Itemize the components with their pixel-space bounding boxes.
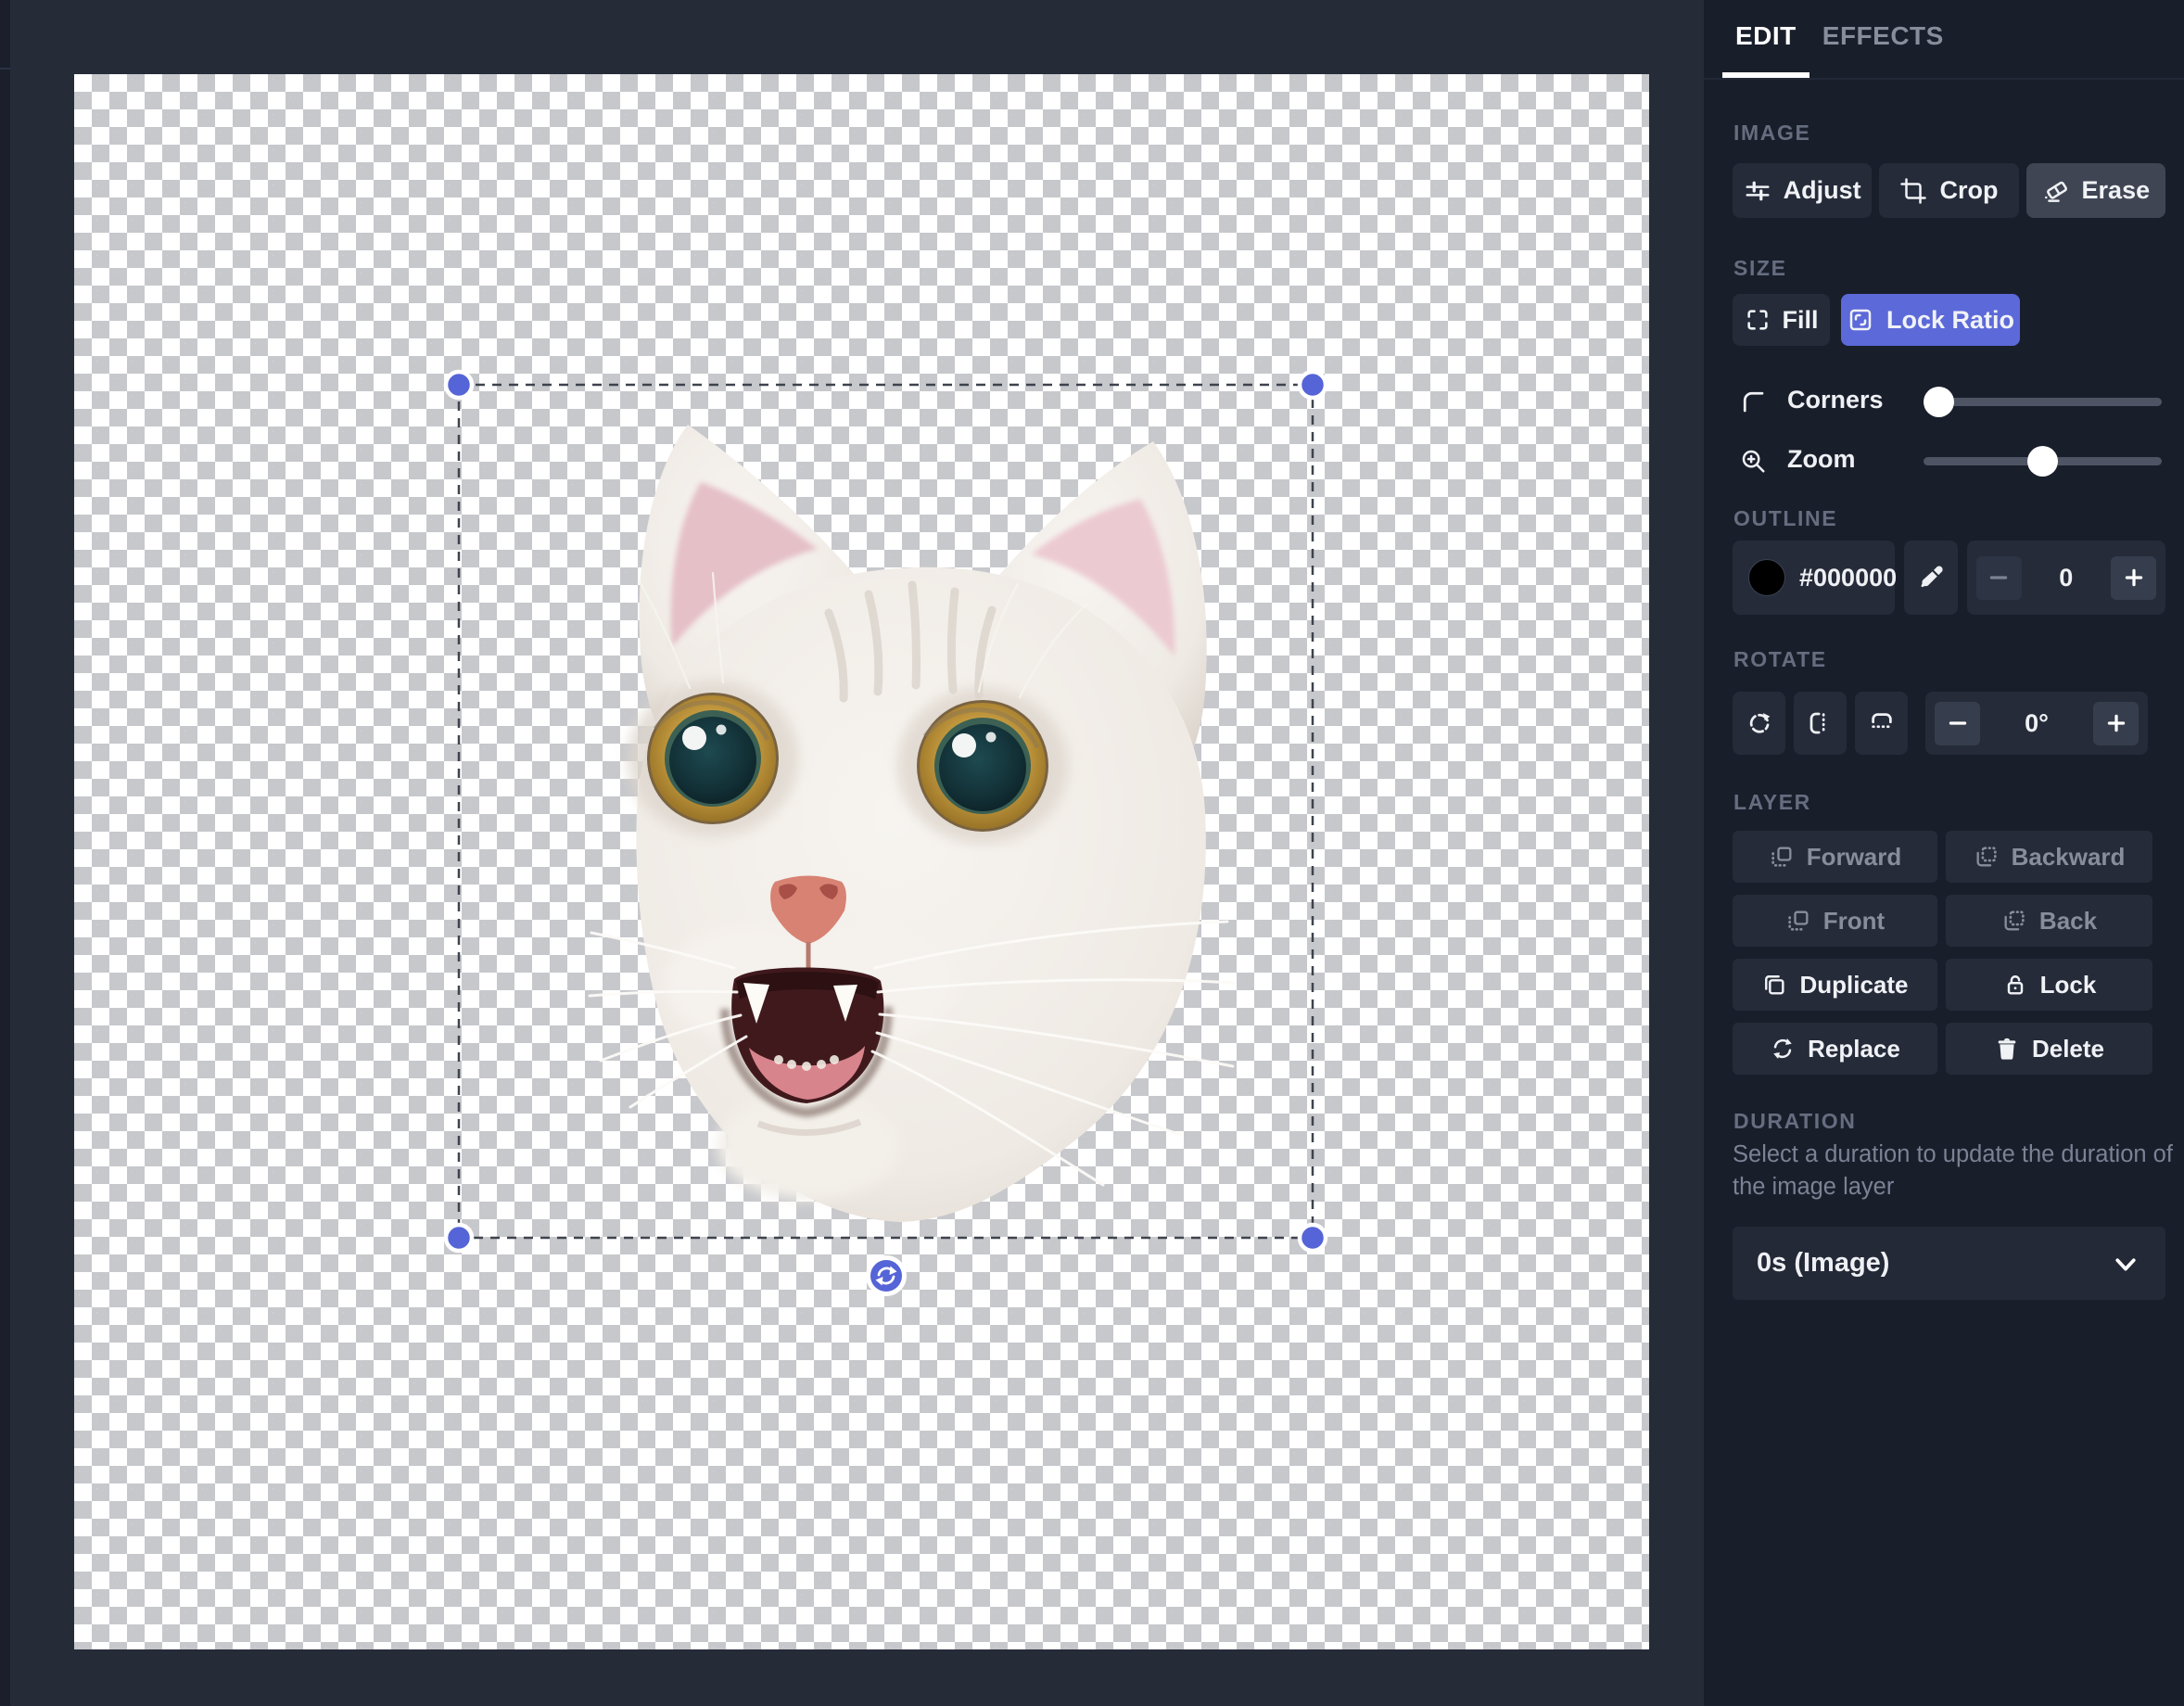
crop-icon (1899, 177, 1927, 205)
eyedropper-icon (1917, 564, 1945, 592)
rotate-increase-button[interactable] (2093, 702, 2139, 745)
duration-description: Select a duration to update the duration… (1733, 1139, 2174, 1203)
tab-effects-label: EFFECTS (1822, 21, 1944, 51)
plus-icon (2104, 711, 2128, 735)
tab-edit-label: EDIT (1735, 21, 1797, 51)
bring-to-front-icon (1785, 908, 1811, 934)
flip-horizontal-icon (1807, 709, 1835, 737)
eyedropper-button[interactable] (1904, 541, 1958, 615)
zoom-slider-handle[interactable] (2027, 446, 2058, 477)
eraser-icon (2042, 177, 2070, 205)
outline-section-title: OUTLINE (1733, 506, 1837, 531)
rotate-section-title: ROTATE (1733, 647, 1827, 672)
layer-front-label: Front (1823, 907, 1885, 936)
rotate-angle-stepper: 0° (1925, 692, 2148, 755)
rotate-90-button[interactable] (1733, 692, 1785, 755)
replace-sync-icon (1770, 1036, 1796, 1062)
size-buttons-row: Fill Lock Ratio (1733, 294, 2020, 346)
image-tools-row: Adjust Crop Erase (1733, 163, 2165, 218)
bring-forward-icon (1769, 844, 1795, 870)
adjust-button[interactable]: Adjust (1733, 163, 1872, 218)
layer-forward-button[interactable]: Forward (1733, 831, 1937, 883)
image-section-title: IMAGE (1733, 121, 1810, 146)
outline-color-button[interactable]: #000000 (1733, 541, 1895, 615)
layer-forward-label: Forward (1807, 843, 1902, 872)
fill-label: Fill (1783, 306, 1819, 335)
sidebar-tabs: EDIT EFFECTS (1704, 0, 2184, 80)
crop-label: Crop (1939, 176, 1998, 205)
layer-replace-button[interactable]: Replace (1733, 1023, 1937, 1075)
layer-back-button[interactable]: Back (1946, 895, 2152, 947)
rotate-row: 0° (1733, 692, 2148, 755)
outline-width-stepper: 0 (1967, 541, 2165, 615)
canvas-stage (0, 0, 1704, 1706)
rotate-cw-icon (1746, 709, 1773, 737)
size-section-title: SIZE (1733, 256, 1787, 281)
layer-backward-label: Backward (2012, 843, 2126, 872)
flip-vertical-icon (1868, 709, 1896, 737)
tab-effects[interactable]: EFFECTS (1809, 0, 1957, 78)
erase-button[interactable]: Erase (2026, 163, 2165, 218)
crop-button[interactable]: Crop (1879, 163, 2018, 218)
layer-duplicate-label: Duplicate (1799, 971, 1908, 999)
duration-section-title: DURATION (1733, 1109, 1856, 1134)
outline-row: #000000 0 (1733, 541, 2165, 615)
minus-icon (1987, 566, 2011, 590)
fill-expand-icon (1745, 307, 1771, 333)
layer-back-label: Back (2039, 907, 2097, 936)
trash-icon (1994, 1036, 2020, 1062)
layer-duplicate-button[interactable]: Duplicate (1733, 959, 1937, 1011)
tab-edit[interactable]: EDIT (1722, 0, 1809, 78)
zoom-magnifier-icon (1739, 447, 1767, 475)
corners-label: Corners (1787, 386, 1884, 414)
flip-horizontal-button[interactable] (1794, 692, 1847, 755)
layer-section-title: LAYER (1733, 790, 1811, 815)
layer-buttons-grid: Forward Backward Front (1733, 831, 2152, 1075)
duration-dropdown[interactable]: 0s (Image) (1733, 1227, 2165, 1300)
rotate-angle-value: 0° (1980, 709, 2093, 738)
corners-slider[interactable] (1924, 398, 2162, 406)
outline-width-value: 0 (2022, 564, 2111, 592)
chevron-down-icon (2112, 1250, 2140, 1278)
zoom-slider[interactable] (1924, 457, 2162, 465)
corners-slider-handle[interactable] (1924, 387, 1954, 417)
layer-backward-button[interactable]: Backward (1946, 831, 2152, 883)
canvas-checkerboard[interactable] (74, 74, 1649, 1649)
layer-front-button[interactable]: Front (1733, 895, 1937, 947)
lock-icon (2002, 972, 2028, 998)
adjust-sliders-icon (1744, 177, 1771, 205)
outline-width-decrease-button[interactable] (1976, 556, 2022, 600)
outline-width-increase-button[interactable] (2111, 556, 2156, 600)
corners-row: Corners (1733, 380, 2165, 423)
fill-button[interactable]: Fill (1733, 294, 1830, 346)
lock-ratio-icon (1847, 306, 1874, 334)
plus-icon (2122, 566, 2146, 590)
outline-color-hex: #000000 (1799, 564, 1897, 592)
layer-replace-label: Replace (1808, 1035, 1900, 1063)
lock-ratio-button[interactable]: Lock Ratio (1841, 294, 2020, 346)
zoom-row: Zoom (1733, 439, 2165, 482)
minus-icon (1946, 711, 1970, 735)
lock-ratio-label: Lock Ratio (1886, 306, 2014, 335)
app-root: EDIT EFFECTS IMAGE Adjust Crop (0, 0, 2184, 1706)
duration-dropdown-value: 0s (Image) (1757, 1248, 1889, 1279)
edit-sidebar: EDIT EFFECTS IMAGE Adjust Crop (1704, 0, 2184, 1706)
left-edge-panel (0, 0, 10, 1706)
cat-image-layer[interactable] (586, 414, 1239, 1226)
layer-lock-button[interactable]: Lock (1946, 959, 2152, 1011)
outline-color-swatch (1748, 559, 1785, 596)
send-backward-icon (1974, 844, 2000, 870)
duplicate-icon (1761, 972, 1787, 998)
zoom-label: Zoom (1787, 445, 1856, 474)
layer-delete-label: Delete (2032, 1035, 2104, 1063)
rounded-corner-icon (1739, 388, 1767, 415)
adjust-label: Adjust (1784, 176, 1861, 205)
flip-vertical-button[interactable] (1855, 692, 1908, 755)
erase-label: Erase (2082, 176, 2151, 205)
layer-lock-label: Lock (2040, 971, 2097, 999)
rotate-decrease-button[interactable] (1935, 702, 1980, 745)
send-to-back-icon (2001, 908, 2027, 934)
layer-delete-button[interactable]: Delete (1946, 1023, 2152, 1075)
